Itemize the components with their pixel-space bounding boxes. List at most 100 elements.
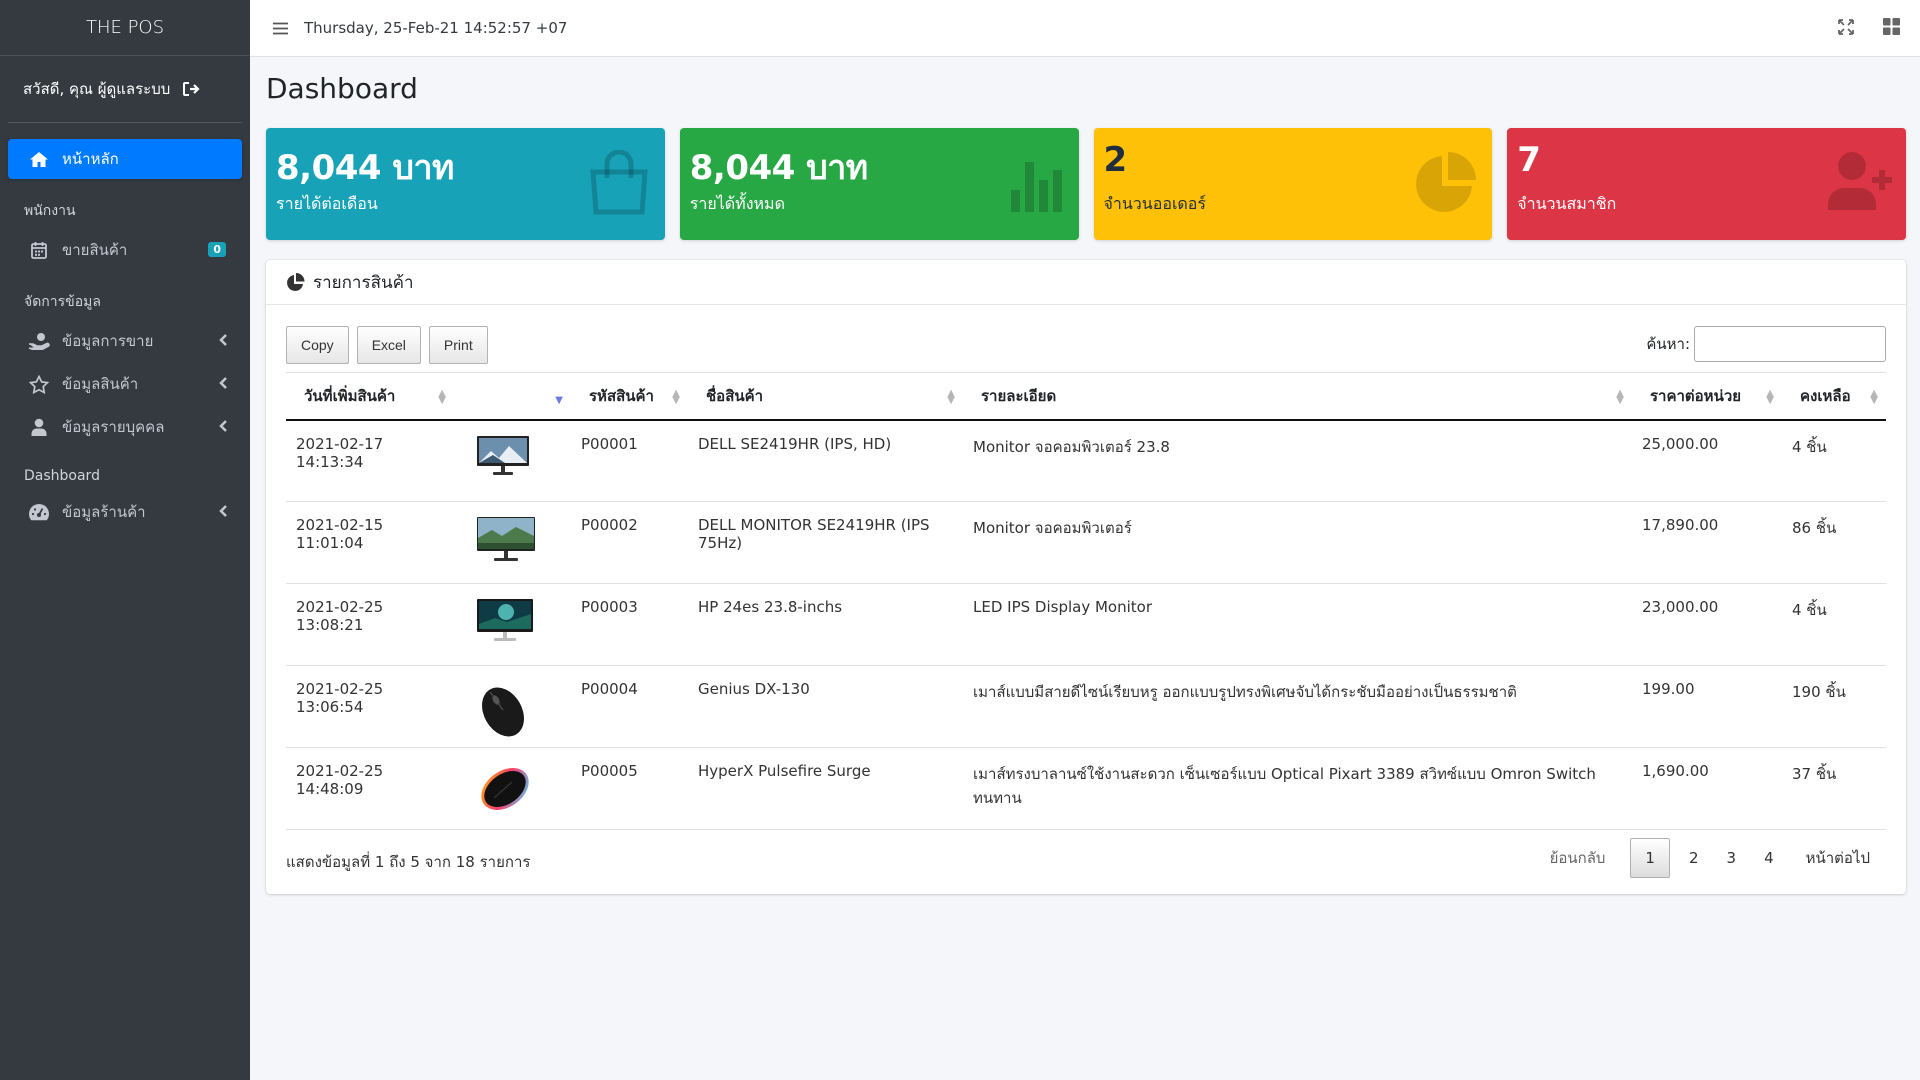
user-greeting: สวัสดี, คุณ ผู้ดูแลระบบ <box>23 80 171 98</box>
cell-date: 2021-02-25 13:08:21 <box>286 583 454 666</box>
cell-date: 2021-02-17 14:13:34 <box>286 419 454 502</box>
cell-name: HyperX Pulsefire Surge <box>688 747 963 830</box>
cell-detail: LED IPS Display Monitor <box>963 583 1632 666</box>
col-header-date[interactable]: วันที่เพิ่มสินค้า ▲ ▼ <box>286 372 454 421</box>
user-plus-icon <box>1826 150 1892 216</box>
stat-box-orders[interactable]: 2 จำนวนออเดอร์ <box>1093 128 1493 240</box>
table-row: 2021-02-25 14:48:09 P00005 HyperX Pulsef… <box>286 747 1886 830</box>
sidebar-item-sales-data[interactable]: ข้อมูลการขาย <box>8 321 242 361</box>
cell-detail: Monitor จอคอมพิวเตอร์ 23.8 <box>963 419 1632 502</box>
products-table: วันที่เพิ่มสินค้า ▲ ▼ ▼ รหัสสินค้า ▲ ▼ ชื่อส… <box>286 372 1886 830</box>
pagination-page-4[interactable]: 4 <box>1750 838 1788 878</box>
pagination-prev[interactable]: ย้อนกลับ <box>1536 838 1620 878</box>
table-row: 2021-02-25 13:06:54 P00004 Genius DX-130… <box>286 665 1886 748</box>
table-row: 2021-02-17 14:13:34 P00001 DELL SE2419HR… <box>286 419 1886 502</box>
tachometer-icon <box>28 502 50 522</box>
cell-code: P00005 <box>571 747 688 830</box>
search-input[interactable] <box>1694 326 1886 362</box>
monitor-product-image <box>477 599 533 641</box>
stat-label: จำนวนออเดอร์ <box>1103 194 1207 213</box>
fullscreen-icon[interactable] <box>1837 18 1855 40</box>
main-content: Dashboard 8,044 บาท รายได้ต่อเดือน 8,044… <box>266 57 1906 894</box>
cell-date: 2021-02-25 14:48:09 <box>286 747 454 830</box>
sidebar-item-product-data[interactable]: ข้อมูลสินค้า <box>8 364 242 404</box>
cell-price: 1,690.00 <box>1632 747 1782 830</box>
sidebar-item-label: ข้อมูลสินค้า <box>62 375 139 393</box>
stat-label: รายได้ต่อเดือน <box>276 194 378 213</box>
cell-stock: 4 ชิ้น <box>1782 419 1886 502</box>
logout-icon[interactable] <box>182 81 200 97</box>
home-icon <box>28 149 50 169</box>
star-icon <box>28 374 50 394</box>
table-header-row: วันที่เพิ่มสินค้า ▲ ▼ ▼ รหัสสินค้า ▲ ▼ ชื่อส… <box>286 372 1886 421</box>
navbar-right-icons <box>1837 18 1900 40</box>
cell-code: P00003 <box>571 583 688 666</box>
cell-detail: เมาส์ทรงบาลานซ์ใช้งานสะดวก เซ็นเซอร์แบบ … <box>963 747 1632 830</box>
col-header-image[interactable]: ▼ <box>454 372 571 421</box>
page-title: Dashboard <box>266 72 418 105</box>
copy-button[interactable]: Copy <box>286 326 349 364</box>
shopping-bag-icon <box>587 149 651 220</box>
pie-chart-icon <box>1412 150 1478 220</box>
cell-code: P00001 <box>571 419 688 502</box>
cell-stock: 190 ชิ้น <box>1782 665 1886 748</box>
monitor-product-image <box>477 517 535 561</box>
cell-image <box>454 501 571 584</box>
cell-image <box>454 747 571 830</box>
pagination-page-3[interactable]: 3 <box>1713 838 1751 878</box>
table-search: ค้นหา: <box>1646 326 1886 362</box>
control-sidebar-icon[interactable] <box>1883 18 1900 40</box>
col-header-name[interactable]: ชื่อสินค้า ▲ ▼ <box>688 372 963 421</box>
sidebar-item-label: หน้าหลัก <box>62 150 119 168</box>
monitor-product-image <box>477 435 529 475</box>
hamburger-menu-icon[interactable] <box>273 22 288 35</box>
sidebar-item-shop-data[interactable]: ข้อมูลร้านค้า <box>8 492 242 532</box>
print-button[interactable]: Print <box>428 326 488 364</box>
export-toolbar: Copy Excel Print <box>286 326 488 364</box>
chevron-left-icon <box>219 376 228 394</box>
sell-count-badge: 0 <box>208 242 226 257</box>
sidebar-item-person-data[interactable]: ข้อมูลรายบุคคล <box>8 407 242 447</box>
cell-date: 2021-02-15 11:01:04 <box>286 501 454 584</box>
cell-detail: เมาส์แบบมีสายดีไซน์เรียบหรู ออกแบบรูปทรง… <box>963 665 1632 748</box>
cell-image <box>454 665 571 748</box>
col-header-code[interactable]: รหัสสินค้า ▲ ▼ <box>571 372 688 421</box>
col-header-detail[interactable]: รายละเอียด ▲ ▼ <box>963 372 1632 421</box>
hand-holding-usd-icon <box>28 331 50 351</box>
stat-box-members[interactable]: 7 จำนวนสมาชิก <box>1507 128 1906 240</box>
excel-button[interactable]: Excel <box>356 326 421 364</box>
stat-label: รายได้ทั้งหมด <box>689 194 785 213</box>
sidebar-item-sell[interactable]: ขายสินค้า 0 <box>8 230 242 270</box>
cell-detail: Monitor จอคอมพิวเตอร์ <box>963 501 1632 584</box>
sort-icon: ▲ ▼ <box>672 388 680 406</box>
brand-link[interactable]: THE POS <box>0 0 250 56</box>
pagination-next[interactable]: หน้าต่อไป <box>1792 838 1884 878</box>
card-header: รายการสินค้า <box>266 260 1906 305</box>
sidebar-item-home[interactable]: หน้าหลัก <box>8 139 242 179</box>
pagination-page-2[interactable]: 2 <box>1675 838 1713 878</box>
cell-code: P00004 <box>571 665 688 748</box>
cell-name: DELL SE2419HR (IPS, HD) <box>688 419 963 502</box>
sidebar-item-label: ข้อมูลรายบุคคล <box>62 418 165 436</box>
nav-header-manage: จัดการข้อมูล <box>24 294 101 310</box>
stat-box-monthly-income[interactable]: 8,044 บาท รายได้ต่อเดือน <box>266 128 665 240</box>
pagination-page-1[interactable]: 1 <box>1630 838 1670 878</box>
cell-name: Genius DX-130 <box>688 665 963 748</box>
col-header-stock[interactable]: คงเหลือ ▲ ▼ <box>1782 372 1886 421</box>
cell-date: 2021-02-25 13:06:54 <box>286 665 454 748</box>
table-row: 2021-02-25 13:08:21 P00003 HP 24es 23.8-… <box>286 583 1886 666</box>
pagination: ย้อนกลับ 1 2 3 4 หน้าต่อไป <box>1536 838 1884 878</box>
sort-icon: ▲ ▼ <box>1870 388 1878 406</box>
nav-header-staff: พนักงาน <box>24 203 76 219</box>
stat-boxes: 8,044 บาท รายได้ต่อเดือน 8,044 บาท รายได… <box>266 128 1906 240</box>
col-header-price[interactable]: ราคาต่อหน่วย ▲ ▼ <box>1632 372 1782 421</box>
cell-stock: 86 ชิ้น <box>1782 501 1886 584</box>
sidebar-item-label: ข้อมูลร้านค้า <box>62 503 146 521</box>
stat-label: จำนวนสมาชิก <box>1517 194 1617 213</box>
cell-name: HP 24es 23.8-inchs <box>688 583 963 666</box>
cell-stock: 4 ชิ้น <box>1782 583 1886 666</box>
stat-value: 2 <box>1103 140 1128 180</box>
cell-price: 17,890.00 <box>1632 501 1782 584</box>
stat-box-total-income[interactable]: 8,044 บาท รายได้ทั้งหมด <box>679 128 1079 240</box>
product-list-card: รายการสินค้า Copy Excel Print ค้นหา: วัน… <box>266 260 1906 894</box>
